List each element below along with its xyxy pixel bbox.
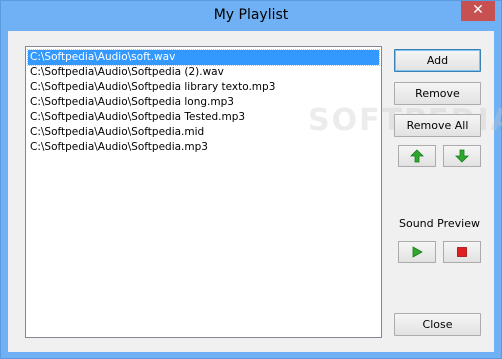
remove-button[interactable]: Remove: [394, 82, 481, 105]
playlist-window: My Playlist ✕ C:\Softpedia\Audio\soft.wa…: [0, 0, 502, 359]
list-item[interactable]: C:\Softpedia\Audio\Softpedia (2).wav: [28, 65, 379, 80]
list-item[interactable]: C:\Softpedia\Audio\Softpedia.mp3: [28, 140, 379, 155]
move-up-button[interactable]: [398, 145, 436, 167]
list-item[interactable]: C:\Softpedia\Audio\soft.wav: [27, 49, 380, 66]
remove-all-button[interactable]: Remove All: [394, 114, 481, 137]
arrow-up-icon: [410, 149, 424, 163]
dialog-body: C:\Softpedia\Audio\soft.wav C:\Softpedia\…: [8, 31, 502, 352]
list-item[interactable]: C:\Softpedia\Audio\Softpedia Tested.mp3: [28, 110, 379, 125]
add-button[interactable]: Add: [394, 49, 481, 72]
sound-preview-label: Sound Preview: [399, 217, 480, 230]
list-item[interactable]: C:\Softpedia\Audio\Softpedia.mid: [28, 125, 379, 140]
playlist-listbox[interactable]: C:\Softpedia\Audio\soft.wav C:\Softpedia\…: [25, 46, 382, 338]
title-bar[interactable]: My Playlist ✕: [1, 1, 501, 31]
close-button[interactable]: Close: [394, 313, 481, 336]
window-close-button[interactable]: ✕: [461, 1, 495, 21]
stop-button[interactable]: [443, 241, 481, 263]
move-down-button[interactable]: [443, 145, 481, 167]
play-button[interactable]: [398, 241, 436, 263]
list-item[interactable]: C:\Softpedia\Audio\Softpedia long.mp3: [28, 95, 379, 110]
play-icon: [412, 246, 423, 258]
arrow-down-icon: [455, 149, 469, 163]
stop-icon: [457, 247, 467, 257]
list-item[interactable]: C:\Softpedia\Audio\Softpedia library tex…: [28, 80, 379, 95]
window-title: My Playlist: [213, 7, 289, 23]
